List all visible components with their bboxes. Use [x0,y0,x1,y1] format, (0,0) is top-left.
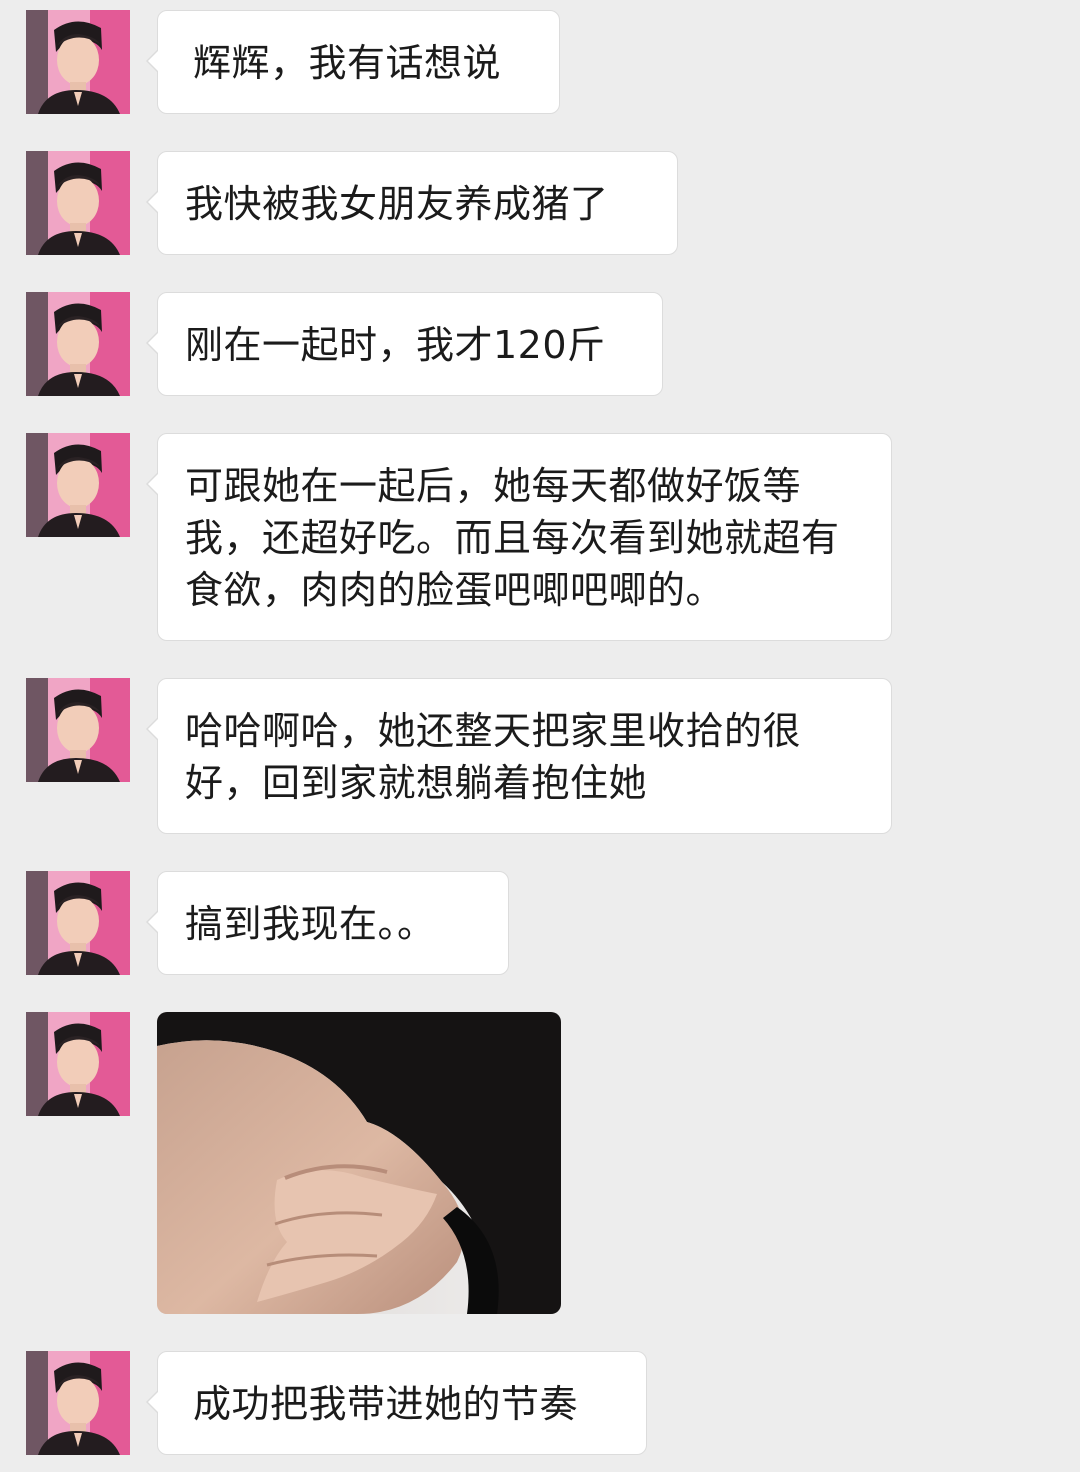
photo-of-belly-being-pinched-icon [157,1012,561,1314]
message-bubble[interactable]: 我快被我女朋友养成猪了 [146,151,678,255]
avatar[interactable] [26,10,130,114]
message-bubble[interactable]: 可跟她在一起后，她每天都做好饭等我，还超好吃。而且每次看到她就超有食欲，肉肉的脸… [146,433,892,641]
avatar[interactable] [26,292,130,396]
message-bubble[interactable]: 辉辉，我有话想说 [146,10,560,114]
avatar-image [26,433,130,537]
avatar-image [26,151,130,255]
avatar-image [26,1351,130,1455]
chat-window: 辉辉，我有话想说 我快被我女朋友养成猪了 刚在一起时，我才120斤 可跟她在一起… [0,0,1080,1472]
avatar-image [26,871,130,975]
avatar[interactable] [26,871,130,975]
message-bubble[interactable]: 哈哈啊哈，她还整天把家里收拾的很好，回到家就想躺着抱住她 [146,678,892,834]
avatar[interactable] [26,1012,130,1116]
avatar[interactable] [26,1351,130,1455]
avatar-image [26,10,130,114]
avatar-image [26,292,130,396]
message-bubble[interactable]: 搞到我现在。。 [146,871,509,975]
image-message[interactable] [157,1012,561,1314]
avatar[interactable] [26,433,130,537]
avatar-image [26,1012,130,1116]
avatar-image [26,678,130,782]
avatar[interactable] [26,151,130,255]
avatar[interactable] [26,678,130,782]
message-bubble[interactable]: 刚在一起时，我才120斤 [146,292,663,396]
message-bubble[interactable]: 成功把我带进她的节奏 [146,1351,647,1455]
